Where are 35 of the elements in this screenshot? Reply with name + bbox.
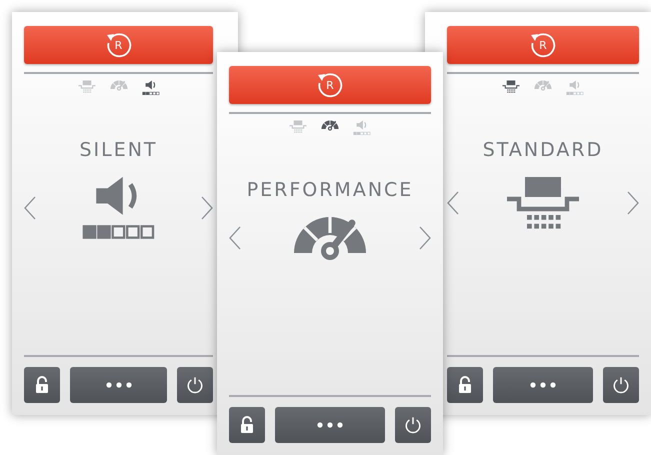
mode-title: SILENT bbox=[78, 139, 159, 162]
lock-button[interactable] bbox=[447, 367, 483, 403]
power-button[interactable] bbox=[395, 407, 431, 443]
speaker-icon bbox=[80, 175, 156, 240]
more-button[interactable] bbox=[70, 367, 167, 403]
more-button[interactable] bbox=[493, 367, 593, 403]
more-icon bbox=[106, 382, 132, 388]
reset-icon bbox=[104, 31, 132, 59]
reset-button[interactable]: R bbox=[447, 26, 639, 64]
chevron-right-icon[interactable] bbox=[419, 226, 431, 250]
lock-button[interactable] bbox=[229, 407, 265, 443]
reset-icon bbox=[529, 31, 557, 59]
lock-icon bbox=[240, 416, 254, 434]
mode-title: STANDARD bbox=[482, 139, 604, 162]
chevron-right-icon[interactable] bbox=[201, 196, 213, 220]
reset-button[interactable]: R bbox=[229, 66, 431, 104]
tray-icon bbox=[505, 175, 581, 232]
power-icon bbox=[186, 376, 204, 394]
reset-button[interactable]: R bbox=[24, 26, 213, 64]
lock-button[interactable] bbox=[24, 367, 60, 403]
reset-icon bbox=[316, 71, 344, 99]
chevron-left-icon[interactable] bbox=[447, 191, 459, 216]
lock-icon bbox=[458, 376, 472, 394]
more-icon bbox=[530, 382, 556, 388]
gauge-icon bbox=[292, 215, 368, 262]
chevron-left-icon[interactable] bbox=[229, 226, 241, 250]
chevron-left-icon[interactable] bbox=[24, 196, 36, 220]
chevron-right-icon[interactable] bbox=[627, 191, 639, 216]
power-icon bbox=[612, 376, 630, 394]
power-button[interactable] bbox=[177, 367, 213, 403]
power-button[interactable] bbox=[603, 367, 639, 403]
mode-title: PERFORMANCE bbox=[246, 179, 414, 202]
power-icon bbox=[404, 416, 422, 434]
more-icon bbox=[317, 422, 343, 428]
lock-icon bbox=[35, 376, 49, 394]
